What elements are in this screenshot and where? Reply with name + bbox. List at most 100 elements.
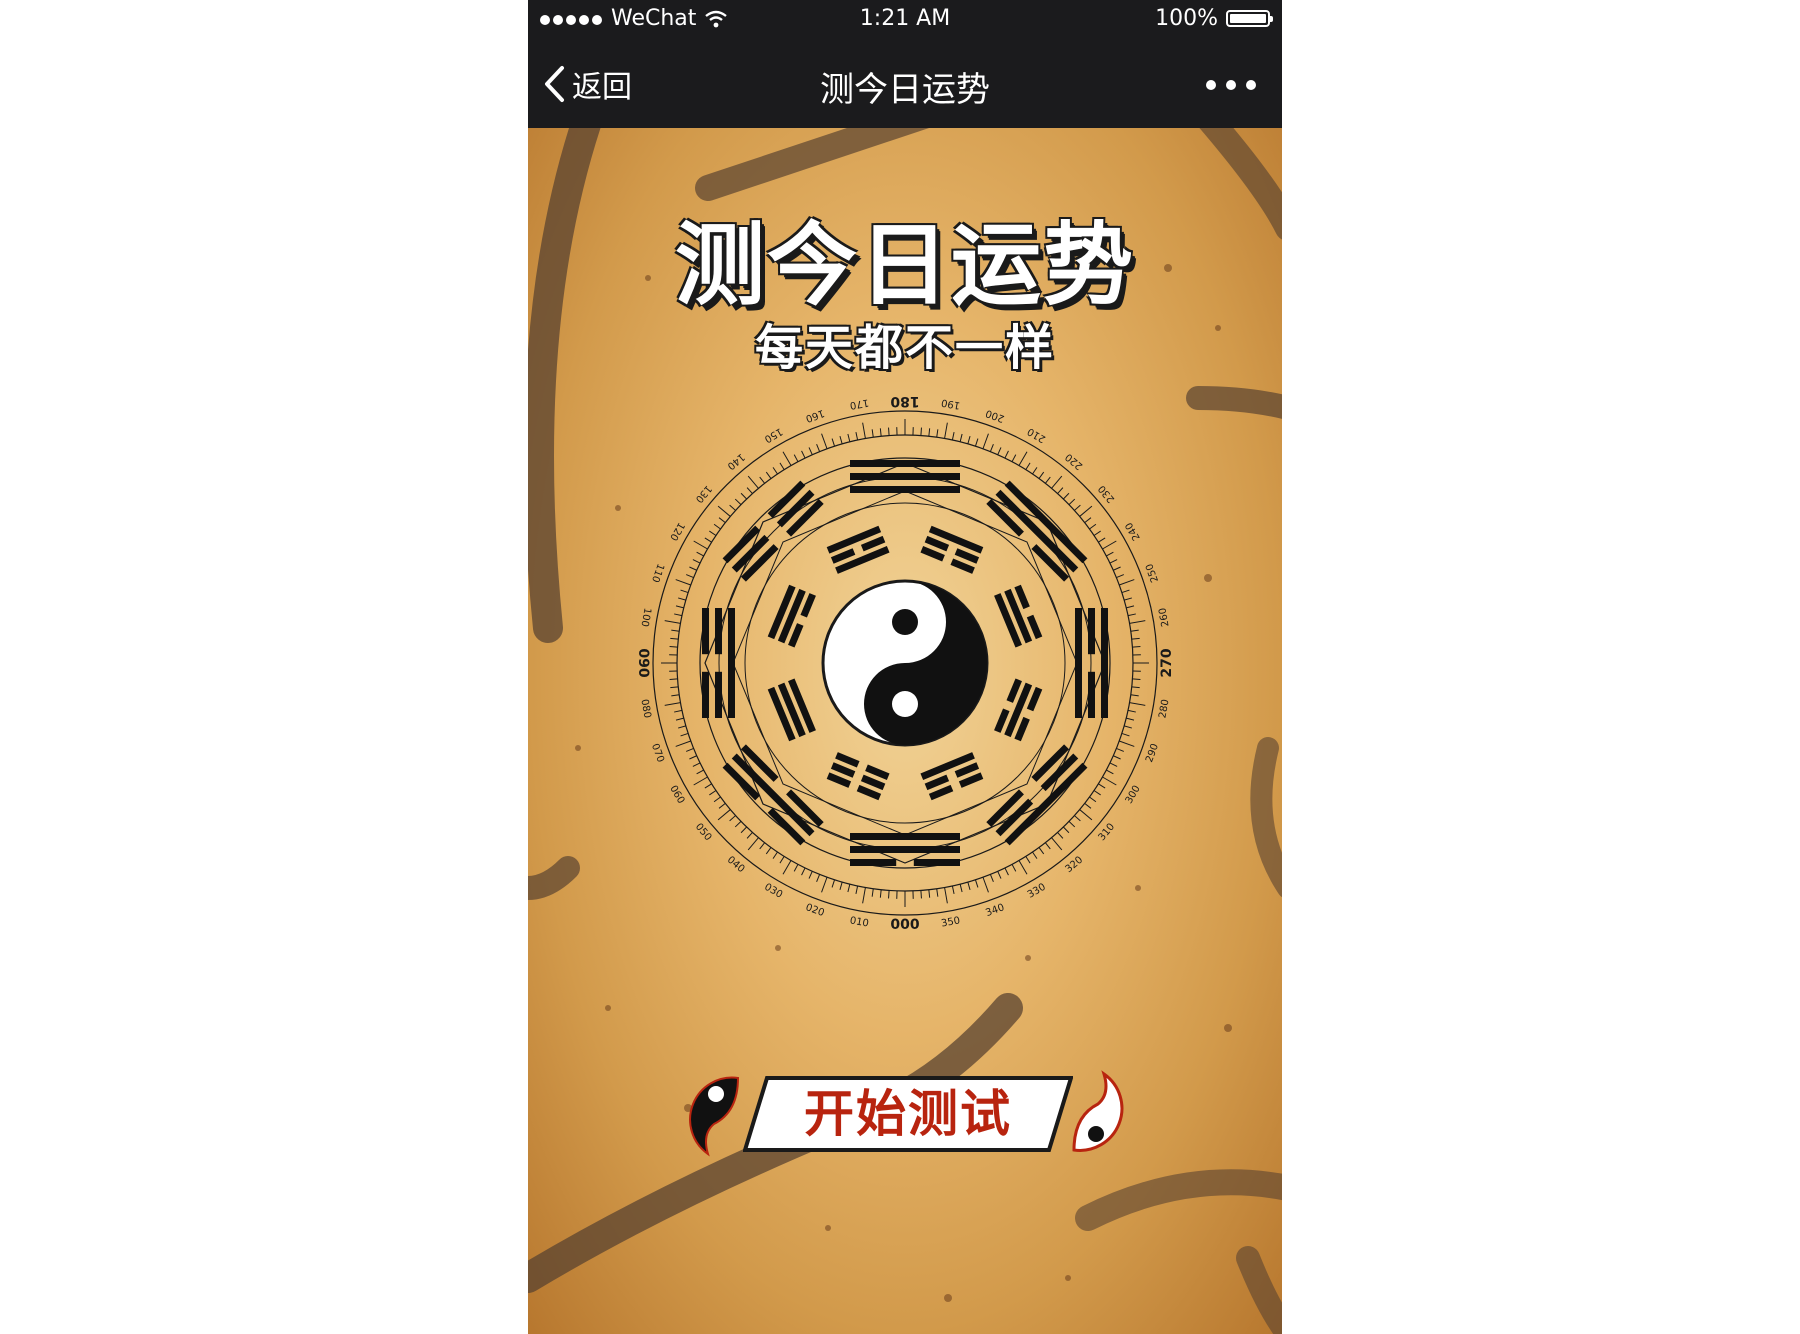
compass-tick: [944, 887, 948, 904]
start-area: 开始测试: [668, 1064, 1148, 1174]
yang-half-icon: [1072, 1070, 1124, 1152]
compass-tick: [1044, 476, 1051, 484]
compass-tick: [1068, 821, 1076, 828]
compass-tick: [759, 842, 766, 850]
compass-tick: [680, 732, 689, 737]
compass-tick: [689, 566, 697, 571]
compass-tick: [1084, 517, 1092, 524]
compass-degree-label: 240: [1124, 520, 1143, 542]
compass-tick: [959, 433, 963, 442]
compass-tick: [1074, 504, 1081, 511]
compass-tick: [692, 559, 701, 564]
compass-tick: [1011, 864, 1017, 872]
compass-tick: [879, 428, 882, 437]
compass-tick: [944, 422, 948, 439]
compass-degree-label: 300: [1124, 784, 1143, 806]
compass-tick: [1121, 732, 1130, 737]
start-test-button[interactable]: 开始测试: [743, 1076, 1073, 1152]
compass-tick: [669, 646, 678, 648]
compass-tick: [713, 523, 721, 530]
compass-degree-label: 210: [1026, 425, 1048, 444]
compass-tick: [816, 443, 821, 452]
compass-tick: [693, 540, 708, 550]
compass-tick: [936, 888, 939, 897]
compass-tick: [982, 877, 989, 893]
compass-tick: [951, 885, 955, 894]
compass-tick: [997, 447, 1002, 455]
compass-tick: [1132, 646, 1141, 648]
more-dot-icon: [1206, 80, 1216, 90]
compass-tick: [696, 769, 704, 775]
compass-degree-label: 050: [693, 822, 714, 844]
compass-tick: [782, 860, 792, 875]
compass-tick: [759, 476, 766, 484]
more-options-button[interactable]: [1206, 70, 1256, 100]
compass-tick: [678, 725, 686, 729]
compass-tick: [1018, 451, 1028, 466]
nav-title: 测今日运势: [820, 70, 990, 110]
compass-tick: [847, 884, 851, 893]
compass-tick: [664, 620, 681, 624]
compass-tick: [959, 884, 963, 893]
compass-tick: [855, 885, 859, 894]
compass-degree-label: 330: [1026, 882, 1048, 901]
trigram: [767, 678, 816, 742]
trigram: [994, 584, 1043, 648]
compass-degree-label: 180: [890, 393, 919, 409]
compass-degree-label: 270: [1159, 648, 1175, 677]
compass-tick: [1063, 826, 1070, 834]
compass-tick: [1129, 620, 1146, 624]
compass-tick: [1004, 867, 1009, 876]
compass-tick: [704, 537, 712, 543]
compass-tick: [1113, 566, 1121, 571]
hero-subtitle: 每天都不一样: [754, 320, 1055, 376]
compass-tick: [1127, 613, 1136, 617]
compass-tick: [1124, 597, 1132, 601]
status-right: 100%: [1155, 6, 1273, 31]
compass-tick: [680, 589, 689, 594]
compass-tick: [692, 762, 701, 767]
compass-tick: [862, 887, 866, 904]
compass-degree-label: 280: [1157, 698, 1171, 719]
compass-tick: [685, 574, 694, 579]
compass-tick: [1038, 471, 1045, 479]
compass-tick: [1130, 694, 1139, 697]
compass-tick: [1068, 498, 1076, 505]
compass-tick: [674, 613, 683, 617]
compass-tick: [888, 427, 890, 436]
compass-tick: [951, 432, 955, 441]
compass-tick: [709, 790, 717, 796]
compass-tick: [862, 422, 866, 439]
compass-tick: [718, 802, 726, 809]
compass-degree-label: 030: [762, 882, 784, 901]
compass-tick: [920, 890, 922, 899]
compass-tick: [1116, 574, 1125, 579]
compass-tick: [1025, 462, 1031, 470]
compass-tick: [1057, 832, 1064, 839]
compass-tick: [1089, 796, 1097, 803]
compass-tick: [1079, 505, 1093, 517]
compass-tick: [718, 517, 726, 524]
trigram: [767, 584, 816, 648]
compass-degree-label: 120: [667, 520, 686, 542]
hero-title: 测今日运势: [675, 213, 1135, 318]
compass-tick: [936, 429, 939, 438]
compass-tick: [1093, 790, 1101, 796]
compass-tick: [747, 837, 759, 851]
compass-degree-label: 350: [940, 915, 961, 929]
compass-tick: [670, 637, 679, 640]
yin-half-icon: [689, 1076, 740, 1157]
compass-tick: [709, 530, 717, 536]
trigram: [920, 752, 984, 801]
compass-tick: [1032, 467, 1038, 475]
compass-tick: [782, 451, 792, 466]
compass-tick: [746, 487, 753, 494]
compass-tick: [1004, 450, 1009, 459]
compass-tick: [1130, 629, 1139, 632]
compass-tick: [1106, 551, 1114, 557]
bagua-compass: 000 010 020 030 040 050 060 070 080 090 100 110 120 1…: [635, 393, 1175, 933]
compass-tick: [1119, 579, 1135, 586]
compass-tick: [1063, 492, 1070, 500]
compass-tick: [982, 433, 989, 449]
compass-tick: [1132, 678, 1141, 680]
